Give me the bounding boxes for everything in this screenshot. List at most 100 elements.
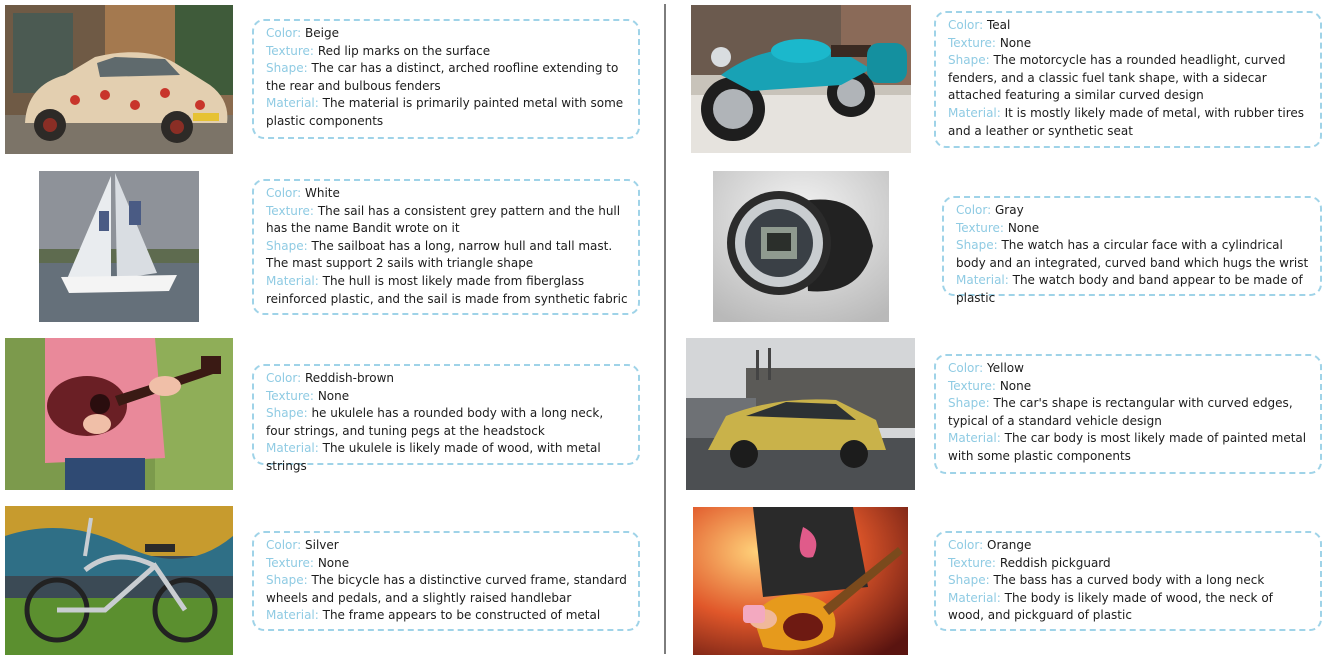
color-label: Color: (948, 18, 984, 32)
shape-label: Shape: (948, 53, 990, 68)
texture-label: Texture: (948, 35, 996, 50)
texture-label: Texture: (948, 378, 996, 393)
material-line: Material: The ukulele is likely made of … (266, 440, 628, 475)
color-label: Color: (956, 203, 992, 217)
color-label: Color: (266, 371, 302, 385)
texture-line: Texture: None (266, 388, 628, 406)
sailboat-photo (39, 171, 199, 322)
shape-label: Shape: (266, 238, 308, 253)
color-label: Color: (948, 538, 984, 552)
material-line: Material: The watch body and band appear… (956, 272, 1310, 307)
shape-label: Shape: (948, 396, 990, 411)
shape-line: Shape: he ukulele has a rounded body wit… (266, 405, 628, 440)
texture-label: Texture: (266, 388, 314, 403)
color-label: Color: (266, 26, 302, 40)
color-line: Color: Silver (266, 537, 628, 555)
attribute-card: Color: Reddish-brown Texture: None Shape… (252, 364, 640, 473)
attribute-card: Color: Beige Texture: Red lip marks on t… (252, 19, 640, 139)
material-line: Material: The body is likely made of woo… (948, 590, 1310, 625)
beige-car-photo (5, 5, 233, 154)
color-value: Silver (305, 538, 339, 552)
color-value: Gray (995, 203, 1024, 217)
texture-line: Texture: Red lip marks on the surface (266, 43, 628, 61)
shape-line: Shape: The bass has a curved body with a… (948, 572, 1310, 590)
ukulele-photo (5, 338, 233, 490)
color-label: Color: (266, 538, 302, 552)
color-value: White (305, 186, 340, 200)
shape-value: he ukulele has a rounded body with a lon… (266, 406, 604, 438)
attribute-card: Color: Orange Texture: Reddish pickguard… (934, 531, 1322, 631)
material-value: The car body is most likely made of pain… (948, 431, 1307, 463)
texture-value: Reddish pickguard (999, 555, 1111, 570)
material-line: Material: The car body is most likely ma… (948, 430, 1310, 465)
shape-value: The bass has a curved body with a long n… (993, 573, 1265, 588)
shape-line: Shape: The car's shape is rectangular wi… (948, 395, 1310, 430)
yellow-car-photo (686, 338, 915, 490)
shape-value: The watch has a circular face with a cyl… (956, 238, 1309, 270)
texture-value: Red lip marks on the surface (317, 43, 491, 58)
watch-photo (713, 171, 889, 322)
texture-value: None (999, 35, 1032, 50)
shape-value: The car's shape is rectangular with curv… (948, 396, 1293, 428)
color-line: Color: Teal (948, 17, 1310, 35)
attribute-card: Color: White Texture: The sail has a con… (252, 179, 640, 315)
material-value: The material is primarily painted metal … (266, 96, 624, 128)
material-line: Material: The hull is most likely made f… (266, 273, 628, 308)
texture-label: Texture: (956, 220, 1004, 235)
color-line: Color: Reddish-brown (266, 370, 628, 388)
motorcycle-photo (691, 5, 911, 153)
texture-line: Texture: The sail has a consistent grey … (266, 203, 628, 238)
material-label: Material: (948, 590, 1001, 605)
column-divider (664, 4, 666, 654)
material-line: Material: The frame appears to be constr… (266, 607, 628, 625)
texture-line: Texture: Reddish pickguard (948, 555, 1310, 573)
texture-value: None (317, 388, 350, 403)
texture-label: Texture: (266, 203, 314, 218)
material-line: Material: It is mostly likely made of me… (948, 105, 1310, 140)
texture-line: Texture: None (266, 555, 628, 573)
color-line: Color: Yellow (948, 360, 1310, 378)
color-label: Color: (266, 186, 302, 200)
shape-label: Shape: (266, 573, 308, 588)
shape-label: Shape: (266, 61, 308, 76)
shape-value: The car has a distinct, arched roofline … (266, 61, 619, 93)
attribute-card: Color: Gray Texture: None Shape: The wat… (942, 196, 1322, 305)
color-value: Teal (987, 18, 1011, 32)
shape-line: Shape: The bicycle has a distinctive cur… (266, 572, 628, 607)
material-label: Material: (956, 273, 1009, 288)
color-line: Color: White (266, 185, 628, 203)
material-label: Material: (266, 273, 319, 288)
material-value: It is mostly likely made of metal, with … (948, 105, 1304, 138)
material-label: Material: (266, 608, 319, 623)
shape-label: Shape: (948, 573, 990, 588)
material-label: Material: (948, 431, 1001, 446)
color-value: Orange (987, 538, 1032, 552)
attribute-card: Color: Yellow Texture: None Shape: The c… (934, 354, 1322, 474)
material-label: Material: (266, 441, 319, 456)
attribute-card: Color: Teal Texture: None Shape: The mot… (934, 11, 1322, 148)
texture-value: The sail has a consistent grey pattern a… (266, 203, 621, 236)
material-value: The frame appears to be constructed of m… (322, 608, 601, 623)
texture-value: None (317, 555, 350, 570)
shape-line: Shape: The sailboat has a long, narrow h… (266, 238, 628, 273)
material-label: Material: (948, 105, 1001, 120)
texture-line: Texture: None (956, 220, 1310, 238)
color-line: Color: Orange (948, 537, 1310, 555)
texture-line: Texture: None (948, 378, 1310, 396)
shape-line: Shape: The motorcycle has a rounded head… (948, 52, 1310, 105)
texture-label: Texture: (948, 555, 996, 570)
color-label: Color: (948, 361, 984, 375)
shape-label: Shape: (956, 238, 998, 253)
texture-value: None (1007, 220, 1040, 235)
shape-label: Shape: (266, 406, 308, 421)
color-line: Color: Beige (266, 25, 628, 43)
color-value: Reddish-brown (305, 371, 394, 385)
shape-value: The sailboat has a long, narrow hull and… (266, 238, 613, 271)
texture-label: Texture: (266, 555, 314, 570)
color-value: Beige (305, 26, 339, 40)
shape-value: The motorcycle has a rounded headlight, … (948, 53, 1286, 103)
material-line: Material: The material is primarily pain… (266, 95, 628, 130)
material-value: The hull is most likely made from fiberg… (266, 273, 628, 306)
material-label: Material: (266, 96, 319, 111)
attribute-card: Color: Silver Texture: None Shape: The b… (252, 531, 640, 631)
